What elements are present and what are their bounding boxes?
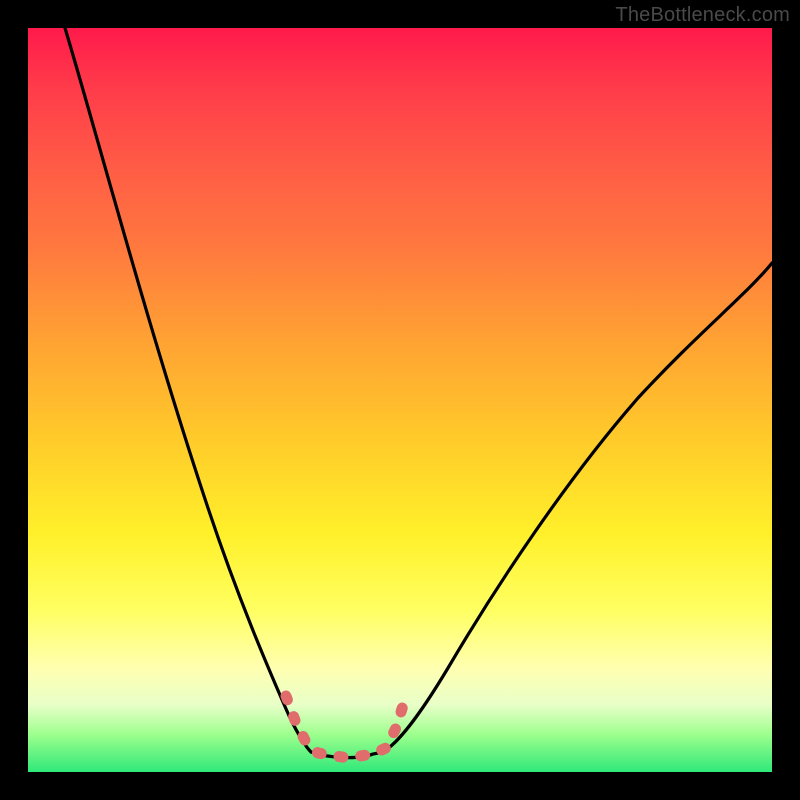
curve-right-branch: [383, 263, 772, 752]
dashed-bracket: [286, 696, 406, 758]
chart-frame: TheBottleneck.com: [0, 0, 800, 800]
bottleneck-curve: [28, 28, 772, 772]
plot-area: [28, 28, 772, 772]
watermark-text: TheBottleneck.com: [615, 4, 790, 27]
curve-left-branch: [65, 28, 311, 752]
